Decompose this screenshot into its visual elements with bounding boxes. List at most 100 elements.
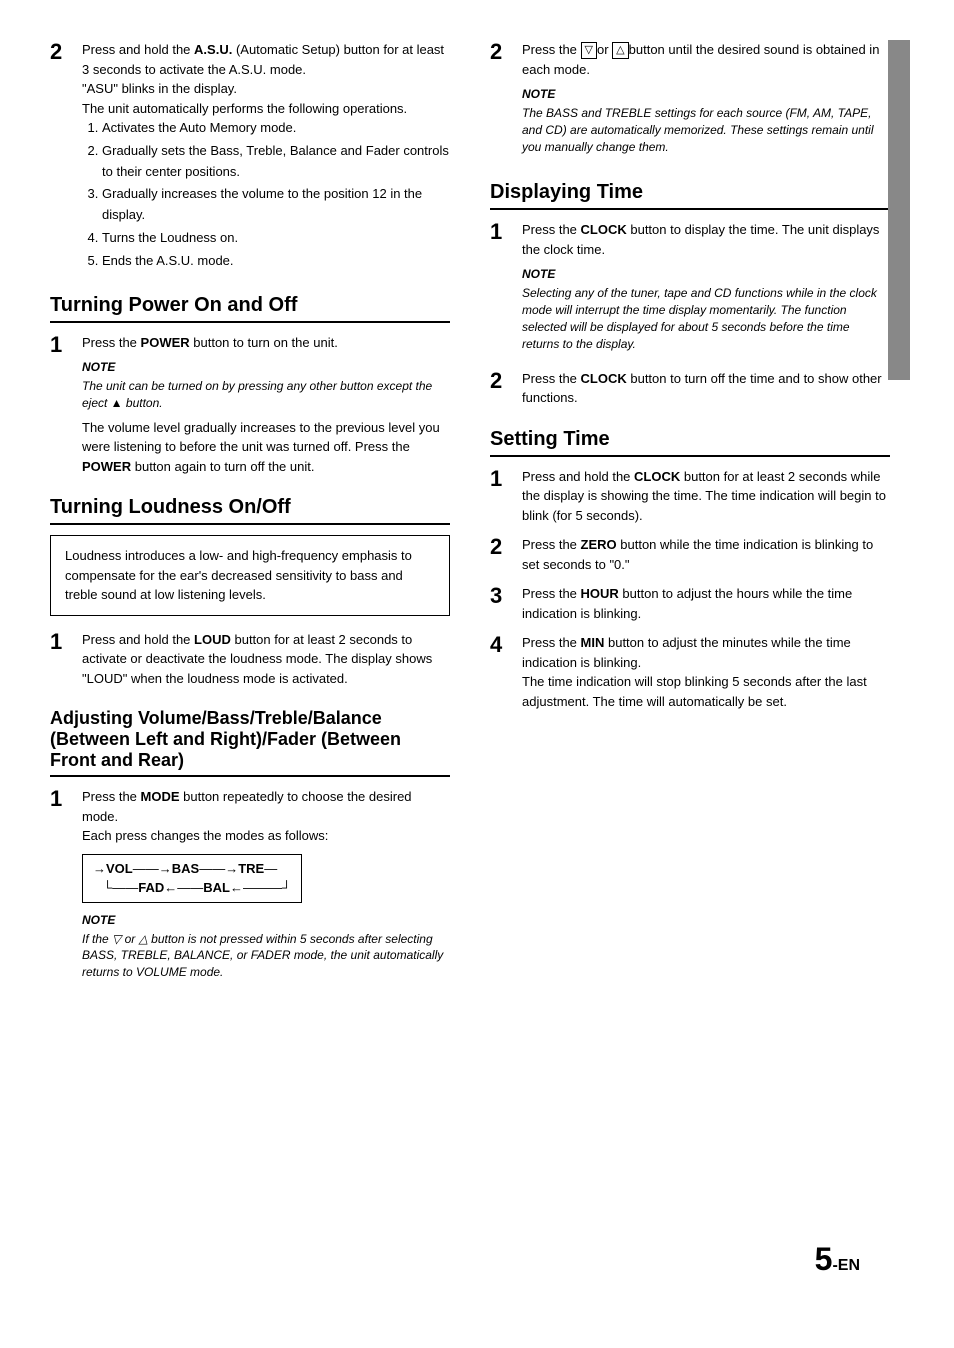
arrow-right-3: ——→ [199,859,238,879]
page-num-main: 5 [815,1241,833,1277]
display-note-text: Selecting any of the tuner, tape and CD … [522,285,890,352]
asu-list-item-3: Gradually increases the volume to the po… [102,184,450,226]
step-num-3-set: 3 [490,584,518,608]
left-column: 2 Press and hold the A.S.U. (Automatic S… [0,40,470,1308]
asu-list-item-1: Activates the Auto Memory mode. [102,118,450,139]
fad-label: FAD [138,878,164,898]
power-note-label: NOTE [82,358,450,376]
bal-label: BAL [203,878,230,898]
step-1-set: 1 Press and hold the CLOCK button for at… [490,467,890,526]
step-content-3-set: Press the HOUR button to adjust the hour… [522,584,890,623]
step-num-1-loudness: 1 [50,630,78,654]
step-num-1-display: 1 [490,220,518,244]
step-content-2-sound: Press the ▽or △button until the desired … [522,40,890,161]
arrow-right-2: ——→ [133,859,172,879]
step-2-display-text: Press the CLOCK button to turn off the t… [522,371,882,406]
step-content-1-loudness: Press and hold the LOUD button for at le… [82,630,450,689]
step-1-loudness: 1 Press and hold the LOUD button for at … [50,630,450,689]
min-bold: MIN [581,635,605,650]
step-num-2-asu: 2 [50,40,78,64]
asu-list-item-4: Turns the Loudness on. [102,228,450,249]
bas-label: BAS [172,859,199,879]
vol-diagram: → VOL ——→ BAS ——→ TRE — └—— FAD ←—— [82,854,450,903]
step-content-2-asu: Press and hold the A.S.U. (Automatic Set… [82,40,450,274]
clock-bold-1: CLOCK [581,222,627,237]
display-note-label: NOTE [522,265,890,283]
step-2-asu-line2: "ASU" blinks in the display. [82,81,237,96]
section-power-title: Turning Power On and Off [50,294,450,323]
loud-bold: LOUD [194,632,231,647]
step-num-1-power: 1 [50,333,78,357]
step-2-sound: 2 Press the ▽or △button until the desire… [490,40,890,161]
vol-note-label: NOTE [82,911,450,929]
vol-label: VOL [106,859,133,879]
vol-down-button: ▽ [581,42,597,59]
page: 2 Press and hold the A.S.U. (Automatic S… [0,0,954,1348]
asu-bold: A.S.U. [194,42,232,57]
step-1-mode-line2: Each press changes the modes as follows: [82,828,328,843]
corner-right: — [264,859,277,879]
step-1-loudness-text: Press and hold the LOUD button for at le… [82,632,432,686]
step-content-2-set: Press the ZERO button while the time ind… [522,535,890,574]
mode-bold: MODE [141,789,180,804]
step-1-power: 1 Press the POWER button to turn on the … [50,333,450,477]
loudness-box: Loudness introduces a low- and high-freq… [50,535,450,616]
step-4-set: 4 Press the MIN button to adjust the min… [490,633,890,711]
power-body-text: The volume level gradually increases to … [82,418,450,477]
step-num-4-set: 4 [490,633,518,657]
step-num-1-mode: 1 [50,787,78,811]
step-1-power-text: Press the POWER button to turn on the un… [82,335,338,350]
page-num-suffix: -EN [832,1257,860,1274]
power-body-bold: POWER [82,459,131,474]
asu-list: Activates the Auto Memory mode. Graduall… [102,118,450,272]
right-column: 2 Press the ▽or △button until the desire… [470,40,910,1308]
power-note-text: The unit can be turned on by pressing an… [82,378,450,412]
vol-up-button: △ [612,42,628,59]
step-content-4-set: Press the MIN button to adjust the minut… [522,633,890,711]
power-bold: POWER [141,335,190,350]
power-note-block: NOTE The unit can be turned on by pressi… [82,358,450,412]
step-2-asu: 2 Press and hold the A.S.U. (Automatic S… [50,40,450,274]
step-1-display: 1 Press the CLOCK button to display the … [490,220,890,358]
step-2-set-text: Press the ZERO button while the time ind… [522,537,873,572]
asu-list-item-2: Gradually sets the Bass, Treble, Balance… [102,141,450,183]
step-4-set-line2: The time indication will stop blinking 5… [522,674,867,709]
section-setting-title: Setting Time [490,428,890,457]
step-2-asu-line3: The unit automatically performs the foll… [82,101,407,116]
step-1-set-text: Press and hold the CLOCK button for at l… [522,469,886,523]
hour-bold: HOUR [581,586,619,601]
step-1-display-text: Press the CLOCK button to display the ti… [522,222,879,257]
sound-note-text: The BASS and TREBLE settings for each so… [522,105,890,155]
step-2-set: 2 Press the ZERO button while the time i… [490,535,890,574]
arrow-left-1: ←—— [164,878,203,898]
display-note-block: NOTE Selecting any of the tuner, tape an… [522,265,890,352]
step-content-1-set: Press and hold the CLOCK button for at l… [522,467,890,526]
vol-note-text: If the ▽ or △ button is not pressed with… [82,931,450,981]
section-loudness-title: Turning Loudness On/Off [50,496,450,525]
step-content-2-display: Press the CLOCK button to turn off the t… [522,369,890,408]
section-display-title: Displaying Time [490,181,890,210]
step-num-2-display: 2 [490,369,518,393]
vol-diagram-inner: → VOL ——→ BAS ——→ TRE — └—— FAD ←—— [82,854,302,903]
step-3-set: 3 Press the HOUR button to adjust the ho… [490,584,890,623]
tre-label: TRE [238,859,264,879]
vol-row-2: └—— FAD ←—— BAL ←———┘ [93,878,291,898]
clock-bold-3: CLOCK [634,469,680,484]
step-num-1-set: 1 [490,467,518,491]
step-content-1-display: Press the CLOCK button to display the ti… [522,220,890,358]
step-2-sound-text: Press the ▽or △button until the desired … [522,42,879,77]
side-tab [888,40,910,380]
page-number: 5-EN [815,1241,860,1278]
zero-bold: ZERO [581,537,617,552]
step-num-2-sound: 2 [490,40,518,64]
sound-note-label: NOTE [522,85,890,103]
corner-left: └—— [103,878,138,898]
vol-note-block: NOTE If the ▽ or △ button is not pressed… [82,911,450,981]
step-4-set-text: Press the MIN button to adjust the minut… [522,635,851,670]
section-adjust-title: Adjusting Volume/Bass/Treble/Balance (Be… [50,708,450,777]
step-content-1-power: Press the POWER button to turn on the un… [82,333,450,477]
sound-note-block: NOTE The BASS and TREBLE settings for ea… [522,85,890,155]
vol-row-1: → VOL ——→ BAS ——→ TRE — [93,859,291,879]
step-3-set-text: Press the HOUR button to adjust the hour… [522,586,852,621]
step-1-mode-text: Press the MODE button repeatedly to choo… [82,789,412,824]
